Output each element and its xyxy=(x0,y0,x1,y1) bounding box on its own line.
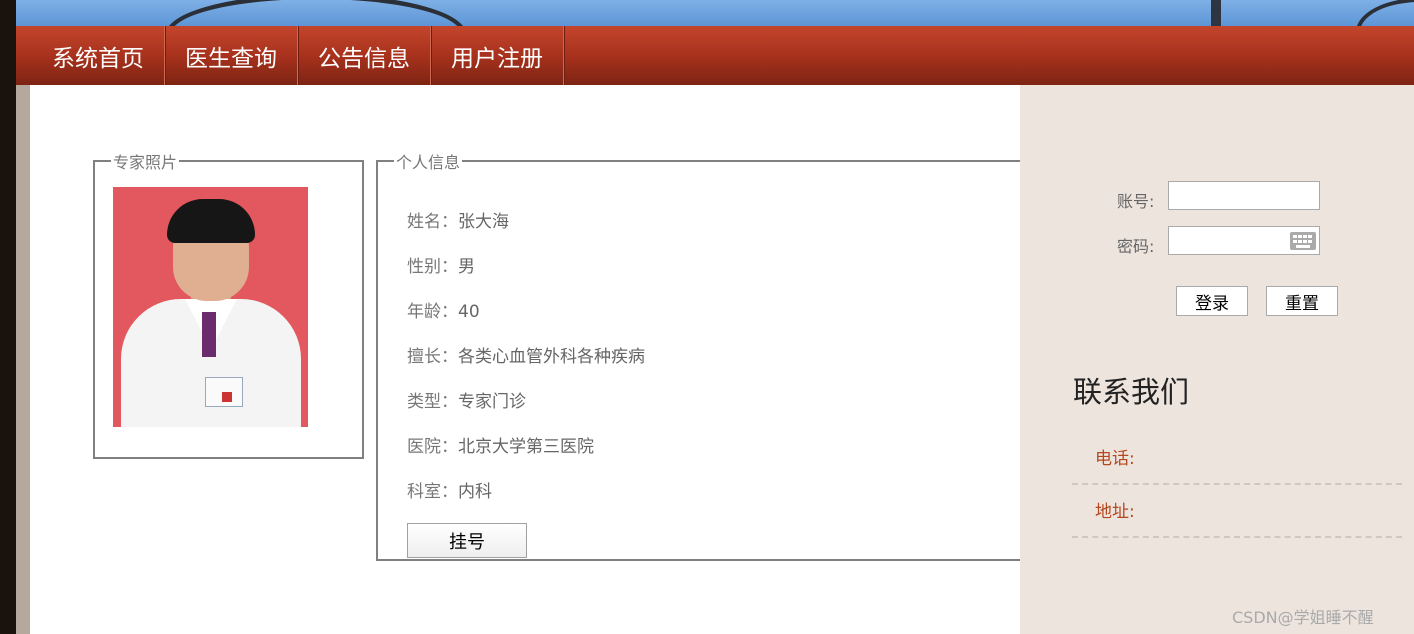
photo-hair xyxy=(167,199,255,243)
key xyxy=(1298,235,1302,238)
keyboard-icon[interactable] xyxy=(1290,232,1316,250)
photo-tie xyxy=(202,312,216,357)
address-label: 地址: xyxy=(1095,502,1135,522)
info-value: 内科 xyxy=(458,482,492,502)
info-row-age: 年龄：40 xyxy=(407,297,480,322)
nav-home[interactable]: 系统首页 xyxy=(16,26,165,85)
doctor-photo xyxy=(113,187,308,427)
key xyxy=(1293,235,1297,238)
account-input[interactable] xyxy=(1168,181,1320,210)
info-value: 40 xyxy=(458,302,480,322)
key xyxy=(1293,240,1297,243)
info-row-gender: 性别：男 xyxy=(407,252,475,277)
info-row-department: 科室：内科 xyxy=(407,477,492,502)
key xyxy=(1298,240,1302,243)
photo-badge-pic xyxy=(222,392,232,402)
info-value: 专家门诊 xyxy=(458,392,526,412)
photo-fieldset: 专家照片 xyxy=(93,149,364,459)
info-value: 男 xyxy=(458,257,475,277)
phone-label: 电话: xyxy=(1095,449,1135,469)
key xyxy=(1308,240,1312,243)
info-value: 各类心血管外科各种疾病 xyxy=(458,347,645,367)
info-row-name: 姓名：张大海 xyxy=(407,207,509,232)
banner-arch xyxy=(166,0,466,26)
info-label: 类型： xyxy=(407,392,458,412)
watermark: CSDN@学姐睡不醒 xyxy=(1232,608,1374,627)
sidebar xyxy=(1020,85,1414,634)
contact-title: 联系我们 xyxy=(1073,375,1190,409)
info-value: 北京大学第三医院 xyxy=(458,437,594,457)
nav-announcements[interactable]: 公告信息 xyxy=(298,26,431,85)
contact-phone-row: 电话: xyxy=(1072,433,1402,485)
password-label: 密码: xyxy=(1117,237,1155,256)
info-label: 擅长： xyxy=(407,347,458,367)
key xyxy=(1303,235,1307,238)
header-banner xyxy=(16,0,1414,26)
space-key xyxy=(1296,245,1310,248)
left-edge-strip xyxy=(16,85,30,634)
photo-badge xyxy=(205,377,243,407)
photo-legend: 专家照片 xyxy=(113,153,178,172)
info-legend: 个人信息 xyxy=(396,153,461,172)
info-fieldset: 个人信息 姓名：张大海 性别：男 年龄：40 擅长：各类心血管外科各种疾病 类型… xyxy=(376,149,1039,561)
info-row-specialty: 擅长：各类心血管外科各种疾病 xyxy=(407,342,645,367)
main-nav: 系统首页 医生查询 公告信息 用户注册 xyxy=(16,26,1414,85)
banner-pillar xyxy=(1211,0,1221,26)
left-edge xyxy=(0,0,16,634)
nav-register[interactable]: 用户注册 xyxy=(431,26,564,85)
info-label: 性别： xyxy=(407,257,458,277)
account-label: 账号: xyxy=(1117,192,1155,211)
info-label: 医院： xyxy=(407,437,458,457)
info-label: 年龄： xyxy=(407,302,458,322)
login-button[interactable]: 登录 xyxy=(1176,286,1248,316)
key xyxy=(1303,240,1307,243)
register-appointment-button[interactable]: 挂号 xyxy=(407,523,527,558)
nav-doctor-search[interactable]: 医生查询 xyxy=(165,26,298,85)
info-label: 科室： xyxy=(407,482,458,502)
info-row-hospital: 医院：北京大学第三医院 xyxy=(407,432,594,457)
info-label: 姓名： xyxy=(407,212,458,232)
info-value: 张大海 xyxy=(458,212,509,232)
banner-arch-right xyxy=(1356,0,1414,26)
main-content: 专家照片 个人信息 姓名：张大海 性别：男 年龄：40 擅长：各类心血管外科各种… xyxy=(30,85,1039,634)
reset-button[interactable]: 重置 xyxy=(1266,286,1338,316)
info-row-type: 类型：专家门诊 xyxy=(407,387,526,412)
key xyxy=(1308,235,1312,238)
contact-address-row: 地址: xyxy=(1072,486,1402,538)
